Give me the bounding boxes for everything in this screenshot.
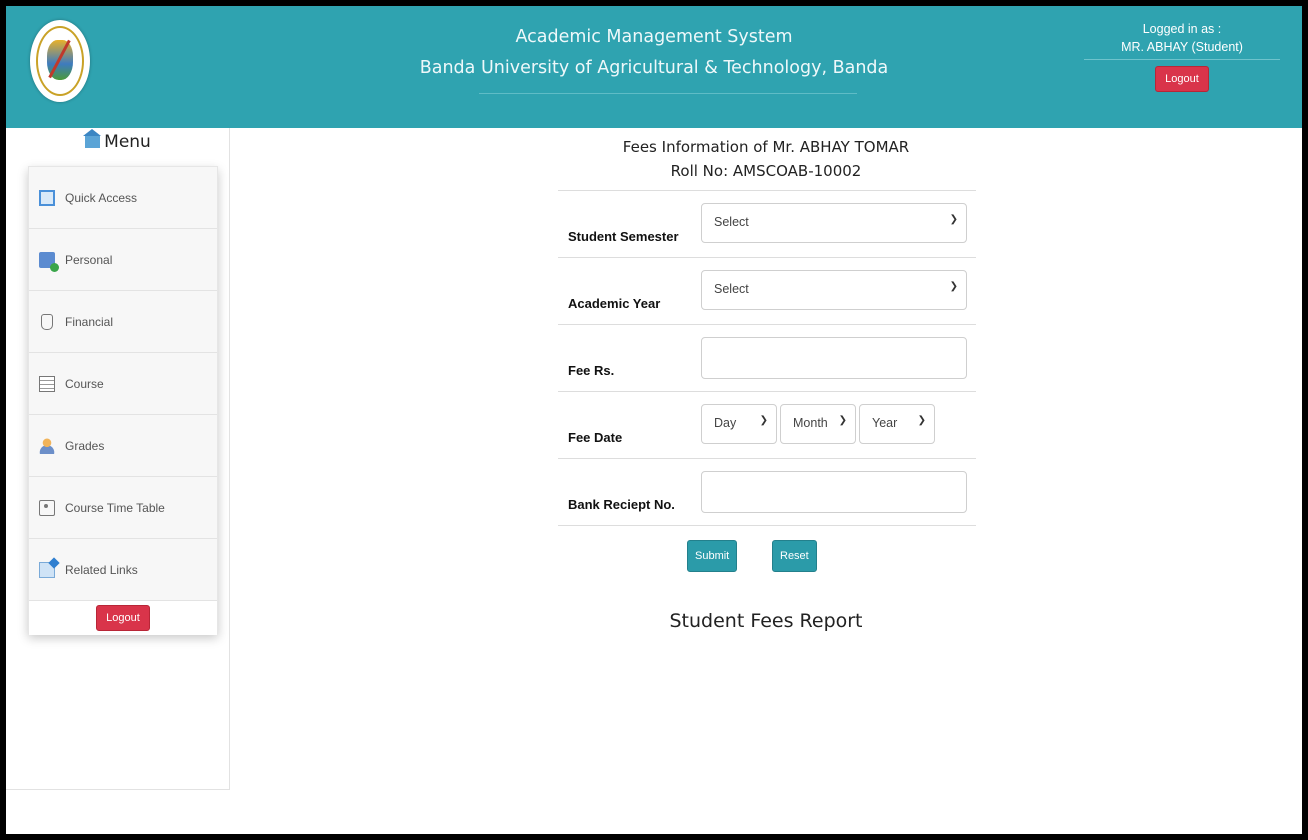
fees-form: Student Semester Select ❯ Academic Year … — [558, 190, 976, 526]
sidebar: Menu Quick Access Personal Financial Cou… — [6, 128, 230, 790]
login-divider — [1084, 59, 1280, 60]
chevron-down-icon: ❯ — [949, 281, 958, 292]
timetable-icon — [39, 499, 55, 516]
academic-year-select[interactable]: Select ❯ — [701, 270, 967, 310]
fee-date-label: Fee Date — [568, 430, 623, 445]
sidebar-item-course-time-table[interactable]: Course Time Table — [29, 477, 217, 539]
related-links-icon — [39, 561, 55, 578]
sidebar-item-course[interactable]: Course — [29, 353, 217, 415]
sidebar-item-label: Grades — [65, 438, 105, 453]
roll-number: Roll No: AMSCOAB-10002 — [670, 162, 862, 180]
sidebar-item-label: Course Time Table — [65, 500, 165, 515]
month-select-value: Month — [793, 416, 828, 430]
chevron-down-icon: ❯ — [949, 214, 958, 225]
sidebar-item-label: Quick Access — [65, 190, 138, 205]
quick-access-icon — [39, 189, 55, 206]
sidebar-item-grades[interactable]: Grades — [29, 415, 217, 477]
month-select[interactable]: Month ❯ — [780, 404, 856, 444]
sidebar-item-quick-access[interactable]: Quick Access — [29, 167, 217, 229]
logged-in-label: Logged in as : — [1142, 22, 1222, 36]
fee-amount-input[interactable] — [701, 337, 967, 379]
sidebar-item-financial[interactable]: Financial — [29, 291, 217, 353]
user-name: MR. ABHAY (Student) — [1121, 40, 1243, 54]
chevron-down-icon: ❯ — [759, 415, 768, 426]
chevron-down-icon: ❯ — [917, 415, 926, 426]
reset-button[interactable]: Reset — [772, 540, 817, 572]
financial-icon — [41, 313, 53, 330]
form-row-semester: Student Semester Select ❯ — [558, 190, 976, 257]
menu-footer: Logout — [29, 601, 217, 635]
form-row-fee-date: Fee Date Day ❯ Month ❯ Year ❯ — [558, 391, 976, 458]
fees-title: Fees Information of Mr. ABHAY TOMAR — [622, 138, 910, 156]
header-logout-button[interactable]: Logout — [1155, 66, 1209, 92]
day-select[interactable]: Day ❯ — [701, 404, 777, 444]
course-icon — [39, 375, 55, 392]
title-divider — [479, 93, 857, 94]
login-info: Logged in as : MR. ABHAY (Student) Logou… — [1084, 22, 1280, 92]
sidebar-item-label: Personal — [65, 252, 113, 267]
sidebar-item-label: Related Links — [65, 562, 138, 577]
bank-receipt-input[interactable] — [701, 471, 967, 513]
sidebar-logout-button[interactable]: Logout — [96, 605, 150, 631]
menu-header: Menu — [6, 129, 230, 152]
home-icon — [83, 129, 102, 148]
menu-panel: Quick Access Personal Financial Course G… — [28, 166, 218, 635]
form-row-receipt: Bank Reciept No. — [558, 458, 976, 526]
semester-select-value: Select — [714, 215, 749, 229]
submit-button[interactable]: Submit — [687, 540, 738, 572]
report-title: Student Fees Report — [669, 610, 863, 632]
academic-year-select-value: Select — [714, 282, 749, 296]
semester-label: Student Semester — [568, 229, 679, 244]
academic-year-label: Academic Year — [568, 296, 661, 311]
day-select-value: Day — [714, 416, 737, 430]
sidebar-item-personal[interactable]: Personal — [29, 229, 217, 291]
form-row-fee: Fee Rs. — [558, 324, 976, 391]
bank-receipt-label: Bank Reciept No. — [568, 497, 675, 512]
year-select-value: Year — [872, 416, 898, 430]
chevron-down-icon: ❯ — [838, 415, 847, 426]
semester-select[interactable]: Select ❯ — [701, 203, 967, 243]
personal-icon — [39, 251, 59, 272]
menu-title: Menu — [104, 132, 151, 152]
sidebar-item-label: Course — [65, 376, 104, 391]
sidebar-item-related-links[interactable]: Related Links — [29, 539, 217, 601]
header-bar: Academic Management System Banda Univers… — [6, 6, 1302, 128]
form-row-academic-year: Academic Year Select ❯ — [558, 257, 976, 324]
fee-label: Fee Rs. — [568, 363, 615, 378]
grades-icon — [39, 437, 55, 454]
sidebar-item-label: Financial — [65, 314, 114, 329]
year-select[interactable]: Year ❯ — [859, 404, 935, 444]
